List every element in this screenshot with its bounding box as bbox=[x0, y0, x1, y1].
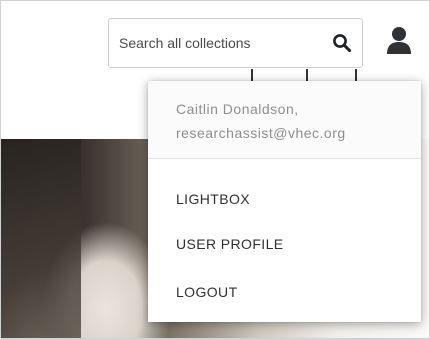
photo-shadow bbox=[1, 139, 81, 338]
search-input[interactable] bbox=[119, 31, 324, 55]
user-dropdown-menu: Caitlin Donaldson, researchassist@vhec.o… bbox=[148, 81, 421, 322]
menu-item-logout[interactable]: LOGOUT bbox=[176, 284, 238, 300]
menu-item-user-profile[interactable]: USER PROFILE bbox=[176, 236, 284, 252]
user-icon[interactable] bbox=[385, 25, 413, 55]
user-name: Caitlin Donaldson, bbox=[176, 101, 299, 117]
app-frame: Caitlin Donaldson, researchassist@vhec.o… bbox=[0, 0, 430, 339]
user-info: Caitlin Donaldson, researchassist@vhec.o… bbox=[148, 81, 421, 159]
user-email: researchassist@vhec.org bbox=[176, 125, 346, 141]
search-box[interactable] bbox=[108, 18, 363, 68]
menu-item-lightbox[interactable]: LIGHTBOX bbox=[176, 191, 250, 207]
search-icon[interactable] bbox=[332, 33, 352, 53]
